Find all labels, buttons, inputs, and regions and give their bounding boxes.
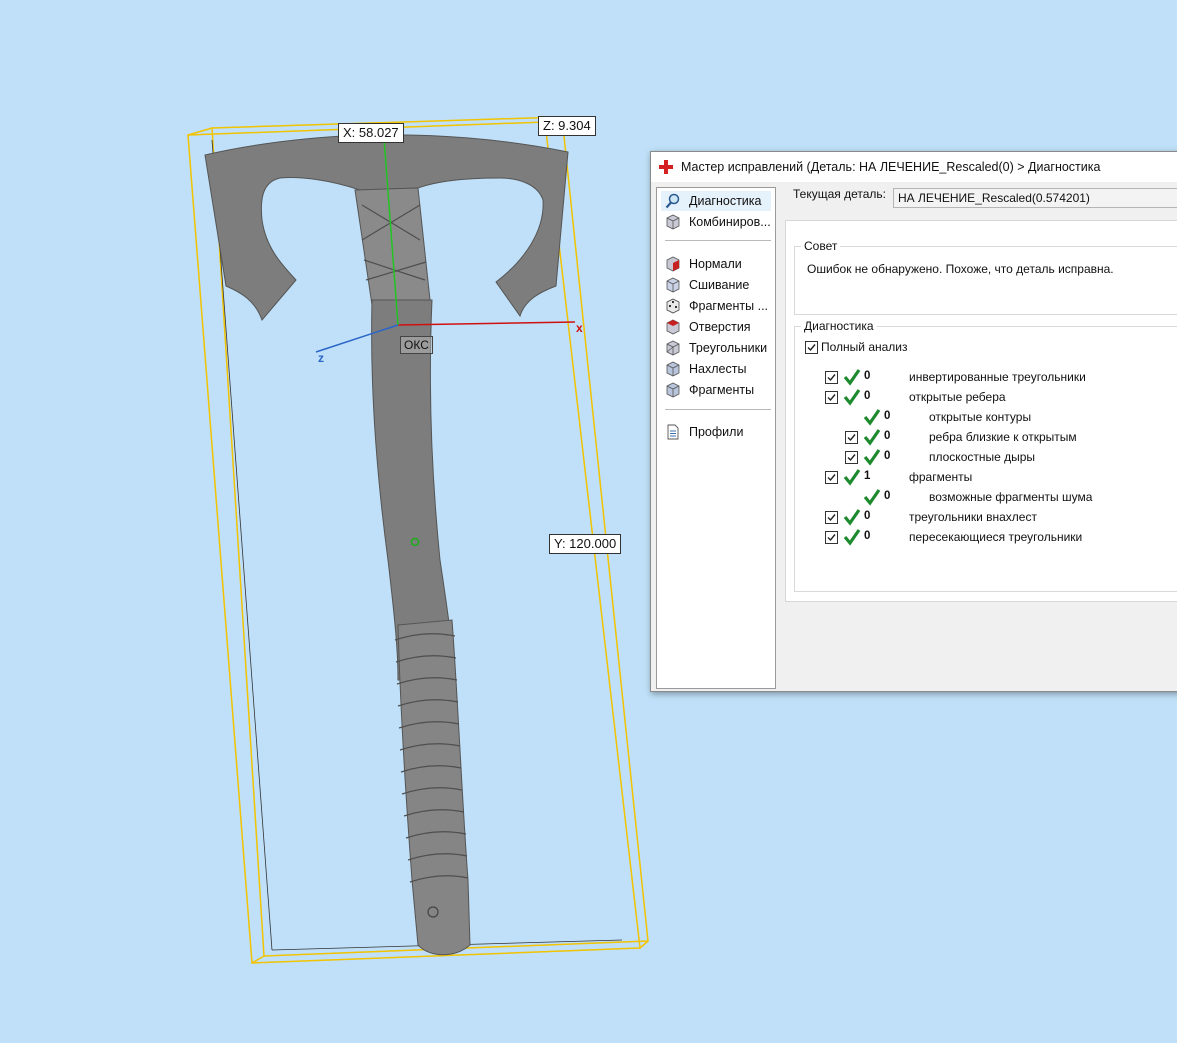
nav-label: Отверстия — [689, 320, 751, 334]
x-axis-label: x — [576, 321, 583, 335]
row-checkbox[interactable] — [825, 371, 838, 384]
row-count: 0 — [864, 390, 871, 402]
x-dimension-label: X: 58.027 — [338, 123, 404, 143]
advice-text: Ошибок не обнаружено. Похоже, что деталь… — [807, 262, 1114, 276]
row-checkbox[interactable] — [845, 431, 858, 444]
checkmark-icon — [863, 489, 881, 506]
row-label: открытые контуры — [929, 410, 1032, 424]
advice-group: Совет Ошибок не обнаружено. Похоже, что … — [794, 239, 1177, 315]
nav-item-combine[interactable]: Комбиниров... — [661, 212, 771, 232]
row-label: открытые ребера — [909, 390, 1006, 404]
row-label: фрагменты — [909, 470, 973, 484]
row-label: возможные фрагменты шума — [929, 490, 1093, 504]
checkbox-icon — [827, 394, 836, 402]
checkmark-icon — [863, 449, 881, 466]
nav-label: Фрагменты ... — [689, 299, 769, 313]
magnifier-icon — [665, 193, 680, 209]
row-label: ребра близкие к открытым — [929, 430, 1077, 444]
z-axis-label: z — [318, 351, 324, 365]
nav-item-stitching[interactable]: Сшивание — [661, 275, 771, 295]
diagnostics-title: Диагностика — [801, 319, 877, 333]
nav-label: Диагностика — [689, 194, 762, 208]
checkbox-icon — [827, 474, 836, 482]
wizard-nav: Диагностика Комбиниров... Нормали Сшиван… — [656, 187, 776, 689]
wizard-main: Текущая деталь: НА ЛЕЧЕНИЕ_Rescaled(0.57… — [779, 182, 1177, 687]
nav-label: Нормали — [689, 257, 742, 271]
nav-item-overlaps[interactable]: Нахлесты — [661, 359, 771, 379]
axe-model — [204, 134, 569, 956]
current-part-field: НА ЛЕЧЕНИЕ_Rescaled(0.574201) — [893, 188, 1177, 208]
checkbox-icon — [827, 534, 836, 542]
checkbox-icon — [847, 454, 856, 462]
current-part-label: Текущая деталь: — [793, 187, 886, 201]
row-label: инвертированные треугольники — [909, 370, 1086, 384]
full-analysis-checkbox[interactable] — [805, 341, 818, 354]
checkmark-icon — [843, 529, 861, 546]
row-checkbox[interactable] — [825, 531, 838, 544]
dialog-title: Мастер исправлений (Деталь: НА ЛЕЧЕНИЕ_R… — [681, 160, 1101, 174]
row-checkbox[interactable] — [825, 511, 838, 524]
full-analysis-label: Полный анализ — [821, 340, 908, 354]
checkmark-icon — [843, 369, 861, 386]
nav-item-diagnostics[interactable]: Диагностика — [661, 191, 771, 211]
row-count: 0 — [864, 530, 871, 542]
checkmark-icon — [843, 509, 861, 526]
cube-icon — [666, 319, 680, 335]
cube-icon — [666, 277, 680, 293]
nav-label: Сшивание — [689, 278, 750, 292]
cube-icon — [666, 361, 680, 377]
nav-separator — [665, 409, 771, 410]
origin-label: ОКС — [400, 336, 433, 354]
advice-title: Совет — [801, 239, 841, 253]
nav-item-fragments[interactable]: Фрагменты — [661, 380, 771, 400]
checkmark-icon — [843, 469, 861, 486]
checkmark-icon — [863, 409, 881, 426]
y-dimension-label: Y: 120.000 — [549, 534, 622, 554]
nav-item-holes[interactable]: Отверстия — [661, 317, 771, 337]
nav-label: Фрагменты — [689, 383, 755, 397]
nav-item-normals[interactable]: Нормали — [661, 254, 771, 274]
row-count: 0 — [884, 490, 891, 502]
checkmark-icon — [843, 389, 861, 406]
row-count: 0 — [884, 410, 891, 422]
row-count: 0 — [864, 510, 871, 522]
row-checkbox[interactable] — [845, 451, 858, 464]
checkbox-icon — [827, 374, 836, 382]
diagnostics-group: Диагностика Полный анализ 0 инвертирован… — [794, 319, 1177, 592]
nav-item-triangles[interactable]: Треугольники — [661, 338, 771, 358]
repair-wizard-dialog: Мастер исправлений (Деталь: НА ЛЕЧЕНИЕ_R… — [650, 151, 1177, 692]
row-count: 0 — [884, 430, 891, 442]
row-label: плоскостные дыры — [929, 450, 1036, 464]
nav-separator — [665, 240, 771, 241]
nav-label: Треугольники — [689, 341, 768, 355]
nav-item-fragments-more[interactable]: Фрагменты ... — [661, 296, 771, 316]
dice-icon — [666, 298, 680, 314]
row-count: 0 — [864, 370, 871, 382]
row-count: 0 — [884, 450, 891, 462]
nav-label: Нахлесты — [689, 362, 747, 376]
row-label: пересекающиеся треугольники — [909, 530, 1083, 544]
checkmark-icon — [863, 429, 881, 446]
row-checkbox[interactable] — [825, 471, 838, 484]
nav-item-profiles[interactable]: Профили — [661, 422, 771, 442]
row-label: треугольники внахлест — [909, 510, 1037, 524]
checkbox-icon — [847, 434, 856, 442]
row-checkbox[interactable] — [825, 391, 838, 404]
cube-icon — [666, 340, 680, 356]
checkbox-icon — [807, 344, 816, 352]
cross-icon — [659, 160, 673, 174]
cube-icon — [666, 382, 680, 398]
dialog-titlebar[interactable]: Мастер исправлений (Деталь: НА ЛЕЧЕНИЕ_R… — [651, 152, 1177, 182]
diagnostics-panel: Совет Ошибок не обнаружено. Похоже, что … — [785, 220, 1177, 602]
cube-icon — [666, 256, 680, 272]
nav-label: Комбиниров... — [689, 215, 771, 229]
document-icon — [667, 424, 679, 440]
cube-icon — [666, 214, 680, 230]
checkbox-icon — [827, 514, 836, 522]
z-dimension-label: Z: 9.304 — [538, 116, 596, 136]
nav-label: Профили — [689, 425, 744, 439]
row-count: 1 — [864, 470, 871, 482]
